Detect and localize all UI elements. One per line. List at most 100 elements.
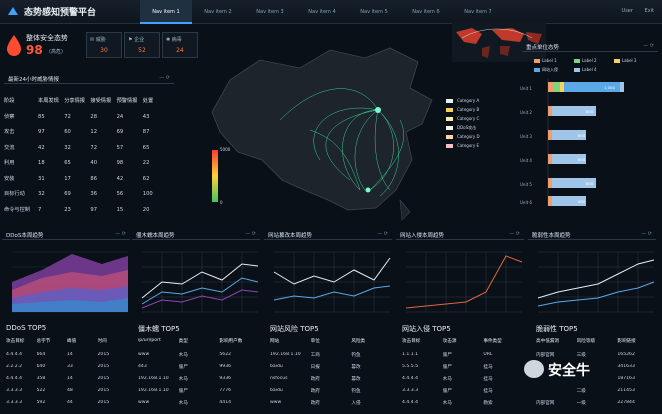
- table-cell: 87: [142, 129, 150, 135]
- botnet-top5-table: 僵木蠕 TOP5 ip/url/port 类型 影响用户数 www 木马 5622 44…: [132, 322, 260, 414]
- legend-item[interactable]: Category B: [446, 105, 506, 114]
- table-row[interactable]: 目标行动 32 69 36 56 100: [4, 187, 169, 203]
- panel-controls[interactable]: — ⟳: [641, 231, 652, 237]
- table-cell: 17: [64, 175, 71, 182]
- user-area: User Exit: [612, 8, 654, 14]
- table-row[interactable]: 安装 31 17 86 42 62: [4, 172, 169, 188]
- table-row[interactable]: 4.4.4.4 木马 勒索: [402, 400, 524, 406]
- panel-title: 僵木蠕本周趋势: [136, 233, 175, 239]
- table-cell: 98: [116, 160, 124, 166]
- table-row[interactable]: 二级 211453: [536, 388, 658, 394]
- main-nav: Nav item 1 Nav item 2 Nav item 3 Nav ite…: [140, 0, 504, 24]
- botnet-line-chart[interactable]: [132, 242, 260, 314]
- nav-item[interactable]: Nav item 7: [452, 0, 504, 24]
- legend-item[interactable]: Category A: [446, 96, 506, 105]
- nav-item[interactable]: Nav item 3: [244, 0, 296, 24]
- ddos-area-chart[interactable]: [2, 242, 130, 314]
- table-row[interactable]: 192.168.1.10 僵尸 7776: [138, 388, 260, 394]
- legend-item[interactable]: DDoS攻击: [446, 123, 506, 132]
- kpi-card[interactable]: ✱ 病毒 24: [162, 32, 198, 58]
- key-units-bar-chart[interactable]: Unit 1 1,000 Unit 2 800 Unit 3 600 Unit …: [520, 78, 660, 218]
- nav-item-home[interactable]: Nav item 1: [140, 0, 192, 24]
- table-row[interactable]: 192.168.1.10 木马 9336: [138, 376, 260, 382]
- table-row[interactable]: baidu 政府 钓鱼: [270, 388, 392, 394]
- table-cell: 24: [116, 113, 124, 120]
- panel-controls[interactable]: — ⟳: [159, 75, 170, 81]
- table-row[interactable]: 3.3.3.3 592 44 2015: [6, 400, 128, 405]
- kpi-label: ✱ 病毒: [166, 37, 182, 43]
- vulnerability-line-chart[interactable]: [528, 242, 656, 314]
- table-row[interactable]: 攻击 97 60 12 69 87: [4, 125, 169, 141]
- table-cell: 12: [90, 129, 98, 135]
- table-cell: 60: [64, 129, 71, 135]
- panel-header: DDoS本周趋势 — ⟳: [2, 228, 130, 240]
- legend-item[interactable]: Category E: [446, 141, 506, 150]
- table-cell: 22: [142, 160, 150, 166]
- table-row[interactable]: 443 僵尸 9936: [138, 364, 260, 370]
- panel-controls[interactable]: — ⟳: [245, 231, 256, 237]
- panel-header: 网站篡改本周趋势 — ⟳: [264, 228, 392, 240]
- nav-item[interactable]: Nav item 6: [400, 0, 452, 24]
- table-row[interactable]: 侦察 85 72 28 24 43: [4, 110, 169, 126]
- legend-item[interactable]: Category D: [446, 132, 506, 141]
- user-name[interactable]: User: [622, 8, 633, 14]
- table-row[interactable]: 4.4.4.4 358 14 2015: [6, 376, 128, 381]
- table-row[interactable]: 4.4.4.4 木马 挂马: [402, 376, 524, 382]
- column-header: 接受情报: [90, 98, 112, 104]
- china-threat-map[interactable]: [200, 40, 440, 230]
- table-cell: 18: [38, 160, 45, 166]
- legend-item[interactable]: Label 2: [573, 56, 612, 65]
- table-row[interactable]: 192.168.1.10 工商 钓鱼: [270, 352, 392, 358]
- exit-link[interactable]: Exit: [645, 8, 654, 14]
- bar-label: Unit 5: [520, 182, 532, 187]
- table-row[interactable]: 4.4.4.4 664 14 2015: [6, 352, 128, 357]
- table-title: DDoS TOP5: [6, 324, 47, 332]
- table-row[interactable]: 1.1.1.1 僵尸 URL: [402, 352, 524, 358]
- legend-item[interactable]: 网站入侵: [534, 65, 572, 74]
- defacement-line-chart[interactable]: [264, 242, 392, 314]
- table-row[interactable]: 命令与控制 7 23 97 15 20: [4, 203, 169, 219]
- nav-item[interactable]: Nav item 2: [192, 0, 244, 24]
- table-row[interactable]: nsfocus 政府 篡改: [270, 376, 392, 382]
- botnet-trend-panel: 僵木蠕本周趋势 — ⟳: [132, 228, 260, 314]
- top-bar: 态势感知预警平台 Nav item 1 Nav item 2 Nav item …: [0, 0, 662, 24]
- nav-item[interactable]: Nav item 5: [348, 0, 400, 24]
- map-legend: Category A Category B Category C DDoS攻击 …: [446, 96, 506, 150]
- table-row[interactable]: 内部官网 一级 227844: [536, 400, 658, 406]
- table-cell: 32: [38, 191, 45, 197]
- bar-label: Unit 4: [520, 158, 532, 163]
- table-row[interactable]: www 政府 入侵: [270, 400, 392, 406]
- bar-value: 800: [586, 181, 594, 186]
- legend-item[interactable]: Category C: [446, 114, 506, 123]
- table-row[interactable]: 交流 42 32 72 57 65: [4, 141, 169, 157]
- kpi-card[interactable]: ✉ 威胁 30: [86, 32, 122, 58]
- score-level: (高危): [49, 49, 63, 55]
- nav-item[interactable]: Nav item 4: [296, 0, 348, 24]
- table-cell: 72: [90, 144, 98, 151]
- table-row[interactable]: 5.5.5.5 僵尸 挂马: [402, 364, 524, 370]
- legend-item[interactable]: Label 3: [613, 56, 652, 65]
- panel-controls[interactable]: — ⟳: [643, 43, 654, 49]
- table-row[interactable]: 利用 18 65 40 98 22: [4, 156, 169, 172]
- table-row[interactable]: 3.3.3.3 僵尸 挂马: [402, 388, 524, 394]
- panel-controls[interactable]: — ⟳: [509, 231, 520, 237]
- panel-controls[interactable]: — ⟳: [115, 231, 126, 237]
- table-cell: 32: [64, 144, 71, 151]
- panel-title: 重点单位态势: [526, 45, 560, 51]
- kpi-card[interactable]: ⚑ 企业 52: [124, 32, 160, 58]
- table-cell: 42: [38, 144, 45, 151]
- panel-title: DDoS本周趋势: [6, 233, 44, 239]
- table-row[interactable]: 内部官网 三级 165262: [536, 352, 658, 358]
- table-row[interactable]: 2.2.2.2 640 33 2015: [6, 364, 128, 369]
- table-header-row: ip/url/port 类型 影响用户数: [138, 338, 243, 344]
- legend-item[interactable]: Label 4: [573, 65, 612, 74]
- panel-controls[interactable]: — ⟳: [377, 231, 388, 237]
- table-row[interactable]: baidu 日报 篡改: [270, 364, 392, 370]
- intrusion-line-chart[interactable]: [396, 242, 524, 314]
- table-cell: 97: [38, 129, 45, 135]
- legend-item[interactable]: Label 1: [534, 56, 572, 65]
- table-row[interactable]: www 木马 4414: [138, 400, 260, 406]
- intrusion-trend-panel: 网站入侵本周趋势 — ⟳: [396, 228, 524, 314]
- table-row[interactable]: 3.3.3.3 522 48 2015: [6, 388, 128, 393]
- table-row[interactable]: www 木马 5622: [138, 352, 260, 358]
